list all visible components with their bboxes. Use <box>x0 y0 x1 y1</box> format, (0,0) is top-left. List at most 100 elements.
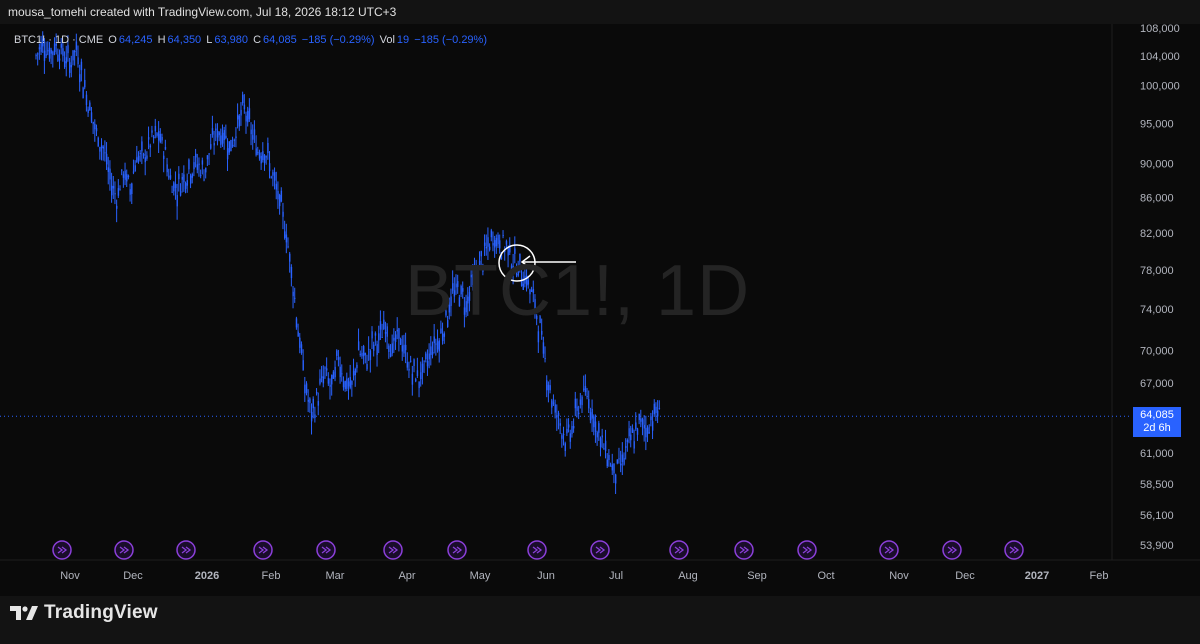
candle-body <box>559 423 561 426</box>
y-tick-label: 74,000 <box>1140 304 1174 316</box>
candle-body <box>136 157 138 163</box>
candle-body <box>349 377 351 388</box>
candle-body <box>609 465 612 467</box>
candle-body <box>415 379 417 382</box>
candle-body <box>183 174 185 183</box>
x-tick-label: Nov <box>889 570 909 582</box>
candle-body <box>332 371 335 379</box>
candle-body <box>102 146 104 149</box>
y-tick-label: 61,000 <box>1140 448 1174 460</box>
candle-body <box>230 140 232 152</box>
candle-body <box>618 458 620 460</box>
candle-body <box>317 401 320 406</box>
candle-body <box>305 383 308 393</box>
x-tick-label: Aug <box>678 570 698 582</box>
candle-body <box>658 408 661 410</box>
candle-body <box>640 418 642 422</box>
candle-body <box>237 115 239 120</box>
candle-body <box>339 366 341 378</box>
candle-body <box>52 51 54 56</box>
candle-body <box>82 87 84 99</box>
candle-body <box>184 183 187 189</box>
candle-body <box>593 416 595 428</box>
candle-body <box>131 183 133 195</box>
candle-body <box>420 372 422 380</box>
candle-body <box>228 141 230 153</box>
candle-body <box>394 334 397 342</box>
candle-body <box>490 230 493 238</box>
candle-body <box>221 132 224 144</box>
candle-body <box>371 331 373 339</box>
bar-countdown: 2d 6h <box>1143 422 1171 434</box>
candle-body <box>238 115 241 127</box>
candle-body <box>557 412 560 416</box>
candle-body <box>334 366 336 378</box>
candle-body <box>45 54 47 56</box>
candle-body <box>149 145 152 148</box>
candle-body <box>431 352 434 355</box>
candle-body <box>571 426 573 435</box>
candle-body <box>85 94 88 105</box>
candle-body <box>344 380 346 389</box>
candle-body <box>638 414 640 421</box>
candle-body <box>235 136 237 138</box>
candle-body <box>312 398 314 409</box>
candle-body <box>438 340 440 352</box>
candle-body <box>159 134 162 143</box>
candle-body <box>408 368 410 371</box>
candle-body <box>265 156 267 158</box>
candle-body <box>581 396 583 406</box>
candle-body <box>178 173 180 180</box>
candle-body <box>275 183 278 190</box>
candle-body <box>364 352 367 356</box>
candle-body <box>218 132 220 136</box>
candle-body <box>351 380 353 385</box>
legend-symbol[interactable]: BTC1! · 1D · CME <box>14 34 103 46</box>
x-tick-label: 2026 <box>195 570 219 582</box>
candle-body <box>576 406 578 411</box>
candle-body <box>425 353 427 360</box>
legend-high: 64,350 <box>167 34 202 46</box>
candle-body <box>179 191 182 196</box>
x-tick-label: Jul <box>609 570 623 582</box>
candle-body <box>181 176 183 180</box>
candle-body <box>284 231 286 238</box>
candle-body <box>270 176 272 178</box>
candle-body <box>163 155 165 160</box>
candle-body <box>189 175 192 184</box>
candle-body <box>97 137 99 147</box>
candle-body <box>156 133 158 136</box>
tradingview-logo[interactable]: TradingView <box>10 602 158 624</box>
candle-body <box>243 104 246 110</box>
candle-body <box>263 155 266 163</box>
candle-body <box>92 121 94 124</box>
candle-body <box>174 184 177 188</box>
candle-body <box>65 57 68 64</box>
candle-body <box>50 49 52 54</box>
candle-body <box>137 155 140 161</box>
candle-body <box>294 297 296 299</box>
candle-body <box>483 242 486 246</box>
x-tick-label: Sep <box>747 570 767 582</box>
candle-body <box>38 47 41 50</box>
candle-body <box>257 151 259 154</box>
candle-body <box>127 175 130 178</box>
candle-body <box>336 350 338 356</box>
candle-body <box>47 50 49 52</box>
candle-body <box>586 395 588 397</box>
candle-body <box>89 102 91 111</box>
candle-body <box>297 331 299 337</box>
legend-change: −185 (−0.29%) <box>301 34 375 46</box>
candle-body <box>168 176 170 178</box>
candle-body <box>48 47 51 59</box>
candle-body <box>321 376 323 378</box>
candle-body <box>84 79 86 88</box>
candle-body <box>248 108 251 120</box>
candle-body <box>603 448 605 450</box>
candle-body <box>487 237 489 247</box>
candle-body <box>315 391 318 394</box>
candle-body <box>549 385 551 391</box>
candle-body <box>144 157 146 163</box>
candle-body <box>116 205 118 209</box>
candle-body <box>554 404 556 413</box>
